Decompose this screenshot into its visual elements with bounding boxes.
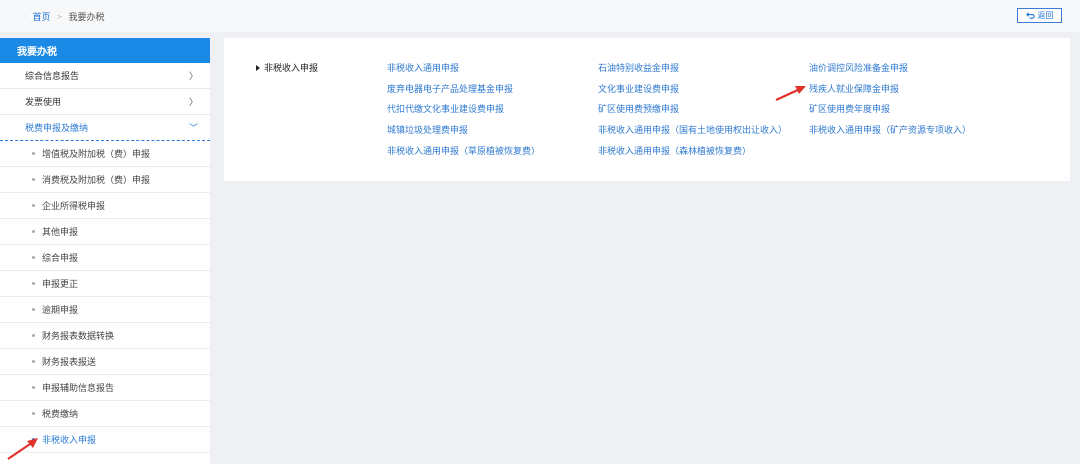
sidebar-subitem[interactable]: 财务报表报送 — [0, 349, 210, 375]
sidebar-subitem[interactable]: 逾期申报 — [0, 297, 210, 323]
sidebar-subitem[interactable]: 综合申报 — [0, 245, 210, 271]
sidebar-item-label: 发票使用 — [25, 98, 62, 108]
sidebar-subitem-non-tax-active[interactable]: 非税收入申报 — [0, 427, 210, 453]
sidebar-subitem-label: 申报辅助信息报告 — [42, 384, 115, 394]
sidebar-item-label: 税费申报及缴纳 — [25, 124, 89, 134]
dot-icon — [32, 256, 35, 259]
sidebar-subitem-label: 财务报表数据转换 — [42, 332, 115, 342]
sidebar-title: 我要办税 — [0, 38, 210, 63]
sidebar-subitem[interactable]: 税费缴纳 — [0, 401, 210, 427]
link-oil-special-gains[interactable]: 石油特别收益金申报 — [598, 61, 679, 74]
dot-icon — [32, 386, 35, 389]
back-button-label: 返回 — [1037, 11, 1054, 20]
link-grassland-restoration[interactable]: 非税收入通用申报（草原植被恢复费） — [387, 144, 540, 157]
breadcrumb-current: 我要办税 — [68, 13, 105, 23]
link-mineral-special-income[interactable]: 非税收入通用申报（矿产资源专项收入） — [809, 123, 971, 136]
category-title: 非税收入申报 — [264, 64, 319, 74]
chevron-down-icon: ﹀ — [188, 124, 198, 134]
link-waste-electronics-fund[interactable]: 废弃电器电子产品处理基金申报 — [387, 82, 513, 95]
sidebar-subitem[interactable]: 增值税及附加税（费）申报 — [0, 141, 210, 167]
sidebar-subitem[interactable]: 申报更正 — [0, 271, 210, 297]
return-arrow-icon — [1025, 12, 1035, 19]
dot-icon — [32, 308, 35, 311]
sidebar-subitem-label: 逾期申报 — [42, 306, 79, 316]
sidebar-subitem[interactable]: 其他申报 — [0, 219, 210, 245]
sidebar-item-tax-filing[interactable]: 税费申报及缴纳 ﹀ — [0, 115, 210, 141]
link-mining-annual[interactable]: 矿区使用费年度申报 — [809, 102, 890, 115]
category-label: 非税收入申报 — [256, 61, 318, 74]
link-withheld-culture-fee[interactable]: 代扣代缴文化事业建设费申报 — [387, 102, 504, 115]
top-bar: · 首页 > 我要办税 返回 — [0, 0, 1080, 32]
sidebar-subitem[interactable]: 企业所得税申报 — [0, 193, 210, 219]
sidebar-subitem[interactable]: 消费税及附加税（费）申报 — [0, 167, 210, 193]
triangle-right-icon — [256, 64, 260, 71]
breadcrumb-separator-icon: > — [56, 12, 63, 21]
dot-icon — [32, 360, 35, 363]
sidebar-subitem-label: 非税收入申报 — [42, 436, 97, 446]
dot-icon — [32, 204, 35, 207]
sidebar-subitem-label: 综合申报 — [42, 254, 79, 264]
dot-icon — [32, 412, 35, 415]
dot-icon — [32, 178, 35, 181]
sidebar-subitem-label: 申报更正 — [42, 280, 79, 290]
dot-icon — [32, 282, 35, 285]
chevron-right-icon: 〉 — [188, 98, 198, 108]
sidebar-subitem-label: 税费缴纳 — [42, 410, 79, 420]
sidebar-subitem[interactable]: 申报辅助信息报告 — [0, 375, 210, 401]
link-urban-garbage-fee[interactable]: 城镇垃圾处理费申报 — [387, 123, 468, 136]
link-oil-price-reserve[interactable]: 油价调控风险准备金申报 — [809, 61, 908, 74]
non-tax-panel: 非税收入申报 非税收入通用申报 废弃电器电子产品处理基金申报 代扣代缴文化事业建… — [224, 38, 1070, 181]
sidebar-subitem[interactable]: 财务报表数据转换 — [0, 323, 210, 349]
sidebar-subitem-label: 其他申报 — [42, 228, 79, 238]
home-dot-icon: · — [24, 12, 27, 21]
sidebar-item-info-report[interactable]: 综合信息报告 〉 — [0, 63, 210, 89]
link-mining-prepay[interactable]: 矿区使用费预缴申报 — [598, 102, 679, 115]
breadcrumb: · 首页 > 我要办税 — [24, 10, 104, 23]
link-land-transfer-income[interactable]: 非税收入通用申报（国有土地使用权出让收入） — [598, 123, 787, 136]
link-disability-employment-fund[interactable]: 残疾人就业保障金申报 — [809, 82, 899, 95]
sidebar-subitem-label: 财务报表报送 — [42, 358, 97, 368]
back-button[interactable]: 返回 — [1017, 8, 1062, 23]
sidebar-item-invoice[interactable]: 发票使用 〉 — [0, 89, 210, 115]
breadcrumb-home-link[interactable]: 首页 — [33, 10, 51, 23]
chevron-right-icon: 〉 — [188, 72, 198, 82]
dot-icon — [32, 334, 35, 337]
dot-icon — [32, 230, 35, 233]
sidebar-subitem-label: 增值税及附加税（费）申报 — [42, 150, 151, 160]
sidebar: 我要办税 综合信息报告 〉 发票使用 〉 税费申报及缴纳 ﹀ 增值税及附加税（费… — [0, 38, 210, 464]
sidebar-item-label: 综合信息报告 — [25, 72, 80, 82]
link-culture-construction-fee[interactable]: 文化事业建设费申报 — [598, 82, 679, 95]
sidebar-subitem-label: 企业所得税申报 — [42, 202, 106, 212]
dot-icon — [32, 152, 35, 155]
dot-icon — [32, 438, 35, 441]
link-forest-restoration[interactable]: 非税收入通用申报（森林植被恢复费） — [598, 144, 751, 157]
sidebar-subitem-label: 消费税及附加税（费）申报 — [42, 176, 151, 186]
link-general-non-tax[interactable]: 非税收入通用申报 — [387, 61, 459, 74]
